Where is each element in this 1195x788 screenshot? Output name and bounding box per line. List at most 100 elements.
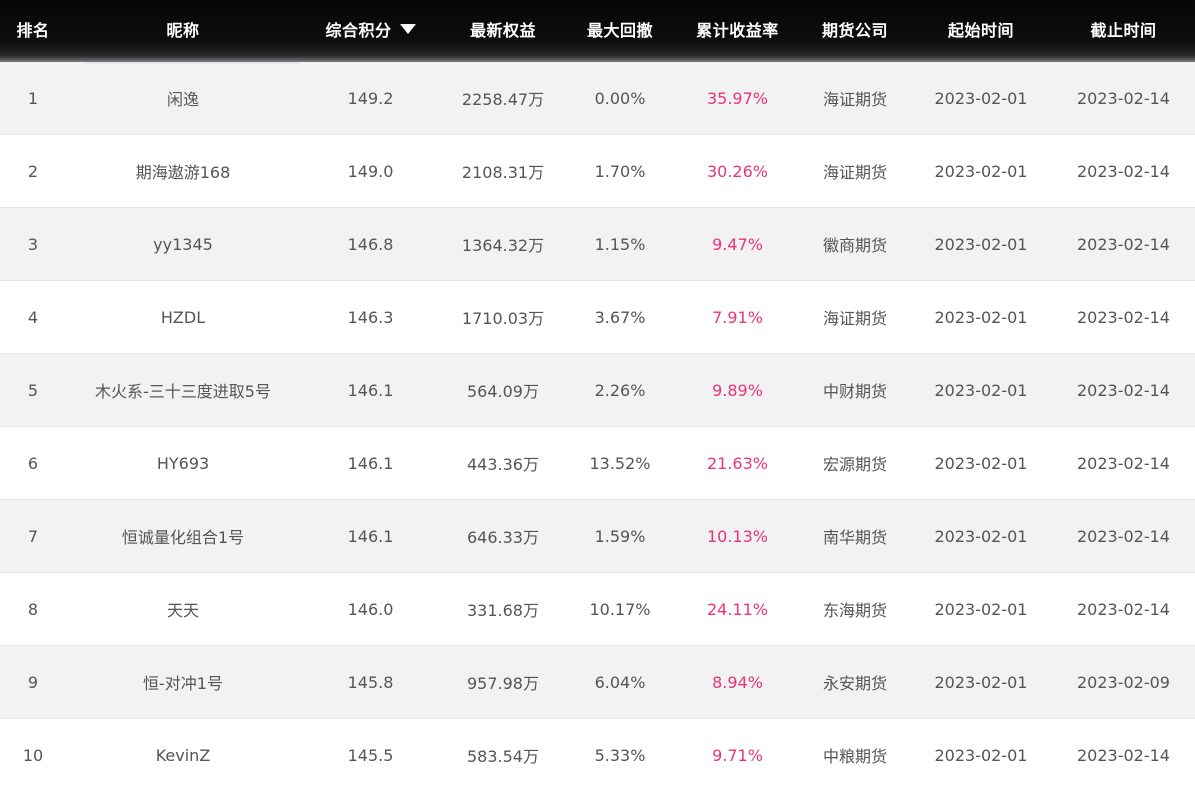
header-score-label: 综合积分 [325, 21, 392, 40]
ranking-table: 排名 昵称 综合积分 最新权益 最大回撤 累计收益率 期货公司 起始时间 截止时… [0, 0, 1195, 788]
header-start-date[interactable]: 起始时间 [910, 0, 1052, 58]
table-row[interactable]: 7 恒诚量化组合1号 146.1 646.33万 1.59% 10.13% 南华… [0, 500, 1195, 573]
table-row[interactable]: 5 木火系-三十三度进取5号 146.1 564.09万 2.26% 9.89%… [0, 354, 1195, 427]
cell-rank: 10 [22, 745, 44, 765]
cell-start-date: 2023-02-01 [934, 672, 1028, 692]
cell-score: 146.8 [347, 234, 394, 254]
cell-rank: 9 [27, 672, 39, 692]
nickname-text: HY693 [156, 453, 210, 473]
table-row[interactable]: 1 闲逸 149.2 2258.47万 0.00% 35.97% 海证期货 20… [0, 62, 1195, 135]
cell-cumulative-return: 10.13% [706, 526, 768, 546]
header-company[interactable]: 期货公司 [800, 0, 910, 58]
cell-rank: 1 [27, 88, 39, 108]
cell-max-drawdown: 5.33% [594, 745, 646, 765]
table-row[interactable]: 4 HZDL 146.3 1710.03万 3.67% 7.91% 海证期货 2… [0, 281, 1195, 354]
cell-start-date: 2023-02-01 [934, 380, 1028, 400]
cell-nickname[interactable]: yy1345 [66, 208, 300, 280]
cell-cumulative-return: 8.94% [712, 672, 763, 692]
cell-score: 146.1 [347, 453, 394, 473]
cell-equity: 2258.47万 [461, 90, 545, 109]
cell-max-drawdown: 0.00% [594, 88, 646, 108]
cell-company: 徽商期货 [822, 236, 887, 255]
table-row[interactable]: 9 恒-对冲1号 145.8 957.98万 6.04% 8.94% 永安期货 … [0, 646, 1195, 719]
cell-max-drawdown: 1.15% [594, 234, 646, 254]
cell-equity: 1364.32万 [461, 236, 545, 255]
header-end-date[interactable]: 截止时间 [1052, 0, 1195, 58]
nickname-text: 期海遨游168 [135, 163, 231, 182]
cell-end-date: 2023-02-14 [1077, 453, 1170, 473]
table-row[interactable]: 6 HY693 146.1 443.36万 13.52% 21.63% 宏源期货… [0, 427, 1195, 500]
nickname-text: 木火系-三十三度进取5号 [95, 382, 271, 401]
cell-score: 145.8 [347, 672, 394, 692]
cell-rank: 4 [27, 307, 39, 327]
cell-equity: 583.54万 [467, 747, 539, 766]
cell-company: 南华期货 [822, 528, 887, 547]
cell-end-date: 2023-02-14 [1077, 234, 1170, 254]
table-body: 1 闲逸 149.2 2258.47万 0.00% 35.97% 海证期货 20… [0, 62, 1195, 788]
table-row[interactable]: 3 yy1345 146.8 1364.32万 1.15% 9.47% 徽商期货… [0, 208, 1195, 281]
cell-score: 149.0 [347, 161, 394, 181]
cell-score: 145.5 [347, 745, 394, 765]
cell-start-date: 2023-02-01 [934, 599, 1028, 619]
nickname-text: HZDL [160, 307, 206, 327]
header-rank[interactable]: 排名 [0, 0, 66, 58]
cell-equity: 957.98万 [467, 674, 539, 693]
cell-nickname[interactable]: HY693 [66, 427, 300, 499]
cell-max-drawdown: 13.52% [589, 453, 651, 473]
cell-end-date: 2023-02-09 [1077, 672, 1170, 692]
cell-nickname[interactable]: 天天 [66, 573, 300, 645]
cell-company: 宏源期货 [822, 455, 887, 474]
table-row[interactable]: 10 KevinZ 145.5 583.54万 5.33% 9.71% 中粮期货… [0, 719, 1195, 788]
cell-rank: 7 [27, 526, 39, 546]
cell-end-date: 2023-02-14 [1077, 599, 1170, 619]
cell-score: 146.1 [347, 526, 394, 546]
cell-cumulative-return: 9.71% [712, 745, 763, 765]
cell-equity: 646.33万 [467, 528, 539, 547]
cell-rank: 3 [27, 234, 39, 254]
cell-score: 146.3 [347, 307, 394, 327]
cell-nickname[interactable]: KevinZ [66, 719, 300, 788]
cell-company: 中财期货 [822, 382, 887, 401]
cell-company: 海证期货 [822, 309, 887, 328]
cell-equity: 443.36万 [467, 455, 539, 474]
cell-equity: 331.68万 [467, 601, 539, 620]
cell-max-drawdown: 6.04% [594, 672, 646, 692]
header-equity[interactable]: 最新权益 [441, 0, 565, 58]
cell-rank: 5 [27, 380, 39, 400]
header-score[interactable]: 综合积分 [300, 0, 441, 58]
nickname-text: yy1345 [153, 234, 213, 254]
cell-company: 东海期货 [822, 601, 887, 620]
cell-start-date: 2023-02-01 [934, 453, 1028, 473]
cell-nickname[interactable]: HZDL [66, 281, 300, 353]
cell-rank: 8 [27, 599, 39, 619]
nickname-text: 恒诚量化组合1号 [121, 528, 245, 547]
cell-score: 146.1 [347, 380, 394, 400]
nickname-text: 天天 [166, 601, 199, 620]
cell-company: 海证期货 [822, 90, 887, 109]
cell-nickname[interactable]: 期海遨游168 [66, 135, 300, 207]
nickname-text: KevinZ [155, 745, 211, 765]
cell-nickname[interactable]: 恒诚量化组合1号 [66, 500, 300, 572]
cell-cumulative-return: 21.63% [706, 453, 768, 473]
cell-company: 永安期货 [822, 674, 887, 693]
cell-company: 海证期货 [822, 163, 887, 182]
cell-cumulative-return: 30.26% [706, 161, 768, 181]
cell-equity: 2108.31万 [461, 163, 545, 182]
cell-cumulative-return: 7.91% [712, 307, 763, 327]
cell-company: 中粮期货 [822, 747, 887, 766]
header-max-drawdown[interactable]: 最大回撤 [565, 0, 675, 58]
cell-end-date: 2023-02-14 [1077, 161, 1170, 181]
nickname-column-accent [86, 62, 300, 64]
caret-down-icon[interactable] [399, 24, 416, 34]
cell-rank: 2 [27, 161, 39, 181]
cell-end-date: 2023-02-14 [1077, 88, 1170, 108]
cell-nickname[interactable]: 闲逸 [66, 62, 300, 134]
header-cumulative-return[interactable]: 累计收益率 [675, 0, 800, 58]
cell-nickname[interactable]: 木火系-三十三度进取5号 [66, 354, 300, 426]
table-row[interactable]: 2 期海遨游168 149.0 2108.31万 1.70% 30.26% 海证… [0, 135, 1195, 208]
cell-nickname[interactable]: 恒-对冲1号 [66, 646, 300, 718]
nickname-text: 闲逸 [166, 90, 199, 109]
table-row[interactable]: 8 天天 146.0 331.68万 10.17% 24.11% 东海期货 20… [0, 573, 1195, 646]
header-nickname[interactable]: 昵称 [66, 0, 300, 58]
cell-end-date: 2023-02-14 [1077, 380, 1170, 400]
